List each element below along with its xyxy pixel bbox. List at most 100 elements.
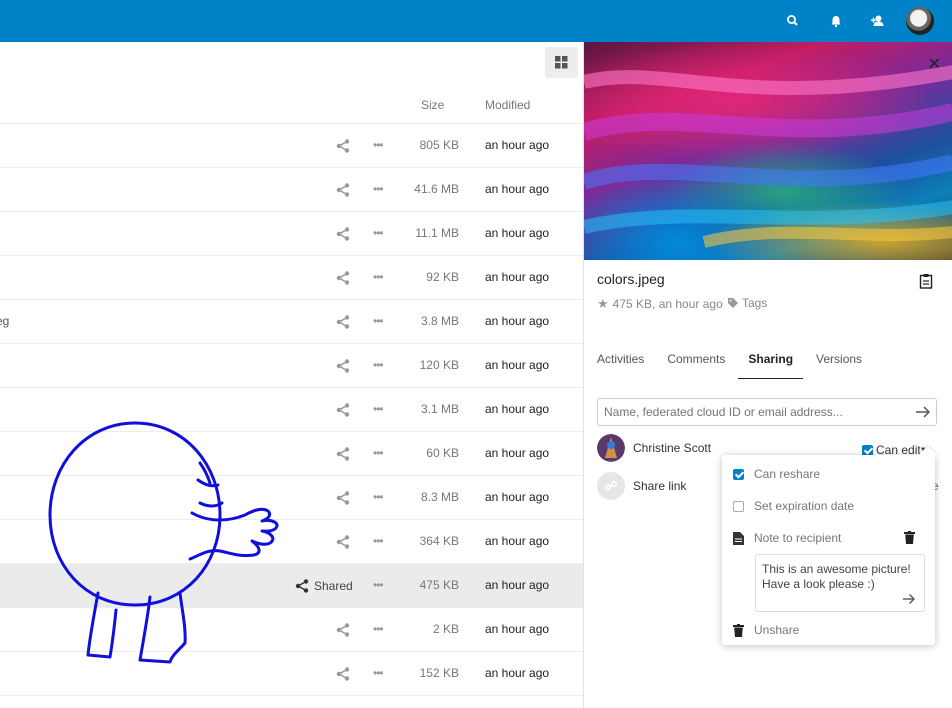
user-avatar[interactable] — [906, 7, 934, 35]
file-size: 152 KB — [419, 666, 459, 680]
share-button[interactable] — [336, 271, 350, 288]
file-size: 120 KB — [419, 358, 459, 372]
more-actions-icon[interactable]: ••• — [373, 226, 384, 240]
file-size: 364 KB — [419, 534, 459, 548]
image-preview: ✕ — [584, 42, 952, 260]
more-actions-icon[interactable]: ••• — [373, 534, 384, 548]
file-size: 60 KB — [426, 446, 459, 460]
file-size: 11.1 MB — [415, 226, 459, 240]
file-row[interactable]: ••• 92 KB an hour ago — [0, 256, 583, 300]
file-modified: an hour ago — [485, 490, 550, 504]
share-button[interactable] — [336, 623, 350, 640]
contacts-icon[interactable] — [868, 11, 888, 31]
file-modified: an hour ago — [485, 666, 550, 680]
file-modified: an hour ago — [485, 534, 550, 548]
tags-label: Tags — [742, 296, 768, 310]
expiration-checkbox[interactable] — [733, 500, 744, 512]
expiration-option[interactable]: Set expiration date — [733, 499, 854, 513]
can-edit-checkbox[interactable] — [862, 444, 873, 456]
more-actions-icon[interactable]: ••• — [373, 490, 384, 504]
file-modified: an hour ago — [485, 182, 550, 196]
more-actions-icon[interactable]: ••• — [373, 622, 384, 636]
can-reshare-option[interactable]: Can reshare — [733, 467, 820, 481]
file-modified: an hour ago — [485, 402, 550, 416]
share-link-row[interactable]: Share link — [597, 472, 686, 500]
share-icon — [295, 579, 309, 593]
preview-waves — [584, 65, 952, 248]
share-search-input[interactable] — [597, 398, 937, 426]
shared-button[interactable]: Shared — [295, 579, 353, 593]
share-button[interactable] — [336, 667, 350, 684]
sharee-name: Christine Scott — [633, 441, 712, 455]
file-modified: an hour ago — [485, 270, 550, 284]
unshare-option[interactable]: Unshare — [733, 623, 799, 637]
tab-sharing[interactable]: Sharing — [738, 352, 804, 379]
more-actions-icon[interactable]: ••• — [373, 182, 384, 196]
share-icon — [336, 623, 350, 637]
share-button[interactable] — [336, 227, 350, 244]
close-icon[interactable]: ✕ — [928, 54, 941, 74]
note-label: Note to recipient — [754, 531, 842, 545]
share-button[interactable] — [336, 403, 350, 420]
share-button[interactable] — [336, 447, 350, 464]
clipboard-icon[interactable] — [919, 273, 933, 289]
more-actions-icon[interactable]: ••• — [373, 666, 384, 680]
share-options-popover: Can reshare Set expiration date Note to … — [722, 455, 935, 645]
tab-versions[interactable]: Versions — [816, 352, 862, 379]
tab-activities[interactable]: Activities — [597, 352, 644, 379]
more-actions-icon[interactable]: ••• — [373, 578, 384, 592]
expiration-label: Set expiration date — [754, 499, 855, 513]
file-row[interactable]: eg ••• 3.8 MB an hour ago — [0, 300, 583, 344]
file-modified: an hour ago — [485, 358, 550, 372]
tab-comments[interactable]: Comments — [667, 352, 725, 379]
submit-arrow-icon[interactable] — [915, 405, 931, 419]
file-size: 8.3 MB — [420, 490, 459, 504]
file-size: 92 KB — [426, 270, 459, 284]
file-size: 2 KB — [432, 622, 459, 636]
tag-icon — [728, 298, 738, 308]
share-icon — [336, 535, 350, 549]
file-row[interactable]: ••• 805 KB an hour ago — [0, 124, 583, 168]
note-option[interactable]: Note to recipient — [733, 531, 841, 545]
more-actions-icon[interactable]: ••• — [373, 138, 384, 152]
size-column-header[interactable]: Size — [421, 98, 444, 112]
share-icon — [336, 403, 350, 417]
share-button[interactable] — [336, 535, 350, 552]
file-modified: an hour ago — [485, 446, 550, 460]
send-note-icon[interactable] — [902, 593, 916, 605]
star-icon[interactable]: ★ — [597, 296, 609, 312]
delete-note-icon[interactable] — [904, 531, 915, 544]
file-modified: an hour ago — [485, 578, 550, 592]
more-actions-icon[interactable]: ••• — [373, 358, 384, 372]
grid-icon — [555, 56, 568, 69]
search-icon[interactable] — [783, 11, 803, 31]
can-reshare-checkbox[interactable] — [733, 468, 744, 480]
tags-link[interactable]: Tags — [727, 296, 767, 310]
note-textarea[interactable]: This is an awesome picture! Have a look … — [755, 554, 925, 612]
more-actions-icon[interactable]: ••• — [373, 402, 384, 416]
unshare-label: Unshare — [754, 623, 800, 637]
sidebar-tabs: Activities Comments Sharing Versions — [597, 352, 885, 379]
more-actions-icon[interactable]: ••• — [373, 446, 384, 460]
share-icon — [336, 447, 350, 461]
file-name-cell[interactable]: eg — [0, 314, 9, 328]
can-reshare-label: Can reshare — [754, 467, 821, 481]
share-button[interactable] — [336, 491, 350, 508]
share-button[interactable] — [336, 183, 350, 200]
share-icon — [336, 667, 350, 681]
file-modified: an hour ago — [485, 226, 550, 240]
modified-column-header[interactable]: Modified — [485, 98, 530, 112]
sharee-row: Christine Scott — [597, 434, 711, 462]
file-row[interactable]: ••• 11.1 MB an hour ago — [0, 212, 583, 256]
more-actions-icon[interactable]: ••• — [373, 270, 384, 284]
bell-icon[interactable] — [826, 11, 846, 31]
share-button[interactable] — [336, 359, 350, 376]
top-bar — [0, 0, 952, 42]
doodle-illustration — [48, 421, 279, 664]
file-row[interactable]: ••• 120 KB an hour ago — [0, 344, 583, 388]
more-actions-icon[interactable]: ••• — [373, 314, 384, 328]
share-button[interactable] — [336, 315, 350, 332]
grid-view-button[interactable] — [545, 47, 578, 78]
share-button[interactable] — [336, 139, 350, 156]
file-row[interactable]: ••• 41.6 MB an hour ago — [0, 168, 583, 212]
